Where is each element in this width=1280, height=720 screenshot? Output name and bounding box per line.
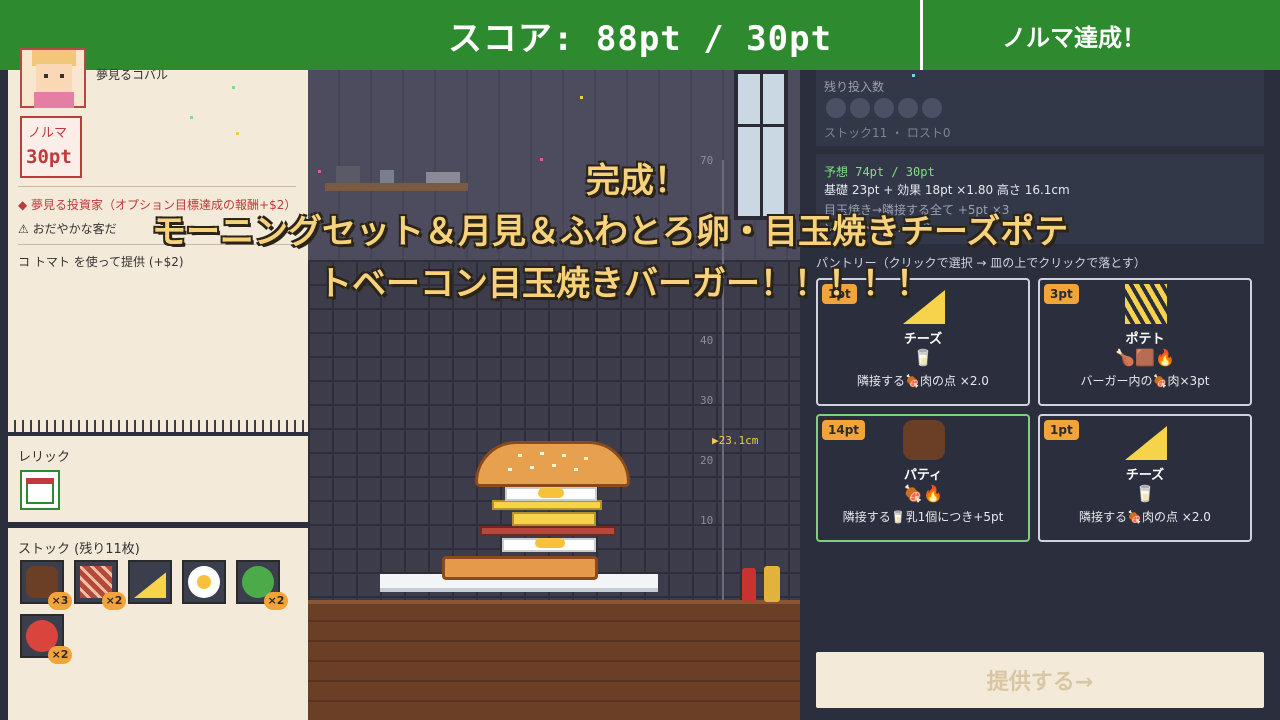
card-name: チーズ xyxy=(1125,468,1165,483)
customer-avatar xyxy=(20,48,86,108)
card-points: 14pt xyxy=(822,420,866,440)
cheese-icon xyxy=(1125,426,1167,460)
stock-count-badge: ×2 xyxy=(48,646,72,664)
burger-top-bun xyxy=(475,441,630,487)
card-effect: バーガー内の🍖肉×3pt xyxy=(1080,374,1210,388)
tile-wall xyxy=(308,260,800,605)
card-name: ポテト xyxy=(1125,332,1165,347)
stock-item-egg[interactable] xyxy=(182,560,226,604)
shelf-pot xyxy=(336,166,360,183)
remaining-drops-title: 残り投入数 xyxy=(824,80,885,94)
wall-shelf xyxy=(325,183,468,191)
card-name: パティ xyxy=(903,468,943,483)
quota-value: 30pt xyxy=(26,146,72,168)
prediction-title: 予想 74pt / 30pt xyxy=(824,165,935,179)
top-bar-divider xyxy=(920,0,923,70)
remaining-drop-dot xyxy=(922,98,942,118)
remaining-drop-dot xyxy=(874,98,894,118)
pantry-card-potato[interactable]: 3pt ポテト 🍗🟫🔥 バーガー内の🍖肉×3pt xyxy=(1038,278,1252,406)
confetti xyxy=(190,116,193,119)
stock-item-cheese[interactable] xyxy=(128,560,172,604)
confetti xyxy=(236,132,239,135)
remaining-drop-dot xyxy=(898,98,918,118)
remaining-drop-dot xyxy=(850,98,870,118)
customer-name: 夢見るコバル xyxy=(96,68,169,82)
ruler-tick: 70 xyxy=(700,154,714,167)
ruler-tick: 10 xyxy=(700,514,714,527)
stock-lost-line: ストック11 ・ ロスト0 xyxy=(824,126,951,140)
quota-label: ノルマ xyxy=(28,126,68,141)
card-tag-icons: 🍖🔥 xyxy=(903,484,943,503)
egg-yolk-top xyxy=(538,488,564,498)
card-name: チーズ xyxy=(903,332,943,347)
burger-bacon-layer xyxy=(480,526,616,536)
stock-count-badge: ×2 xyxy=(264,592,288,610)
fries-icon xyxy=(1125,284,1167,324)
stock-title: ストック (残り11枚) xyxy=(18,542,140,557)
confetti xyxy=(540,158,543,161)
kitchen-window xyxy=(734,70,788,220)
burger-name-line1: モーニングセット＆月見＆ふわとろ卵・目玉焼きチーズポテ xyxy=(152,212,1069,252)
confetti xyxy=(580,96,583,99)
burger-name-line2: トベーコン目玉焼きバーガー！！！！！ xyxy=(318,264,930,304)
pantry-card-patty[interactable]: 14pt パティ 🍖🔥 隣接する🥛乳1個につき+5pt xyxy=(816,414,1030,542)
stock-count-badge: ×2 xyxy=(102,592,126,610)
remaining-drop-dot xyxy=(826,98,846,118)
stock-item-lettuce[interactable]: ×2 xyxy=(236,560,288,610)
panel-scallop-edge xyxy=(8,420,308,432)
game-screen: スコア: 88pt / 30pt ノルマ達成！ 70 40 30 20 10 ▶… xyxy=(0,0,1280,720)
card-effect: 隣接する🥛乳1個につき+5pt xyxy=(842,510,1004,524)
stock-item-tomato[interactable]: ×2 xyxy=(20,614,72,664)
confetti xyxy=(232,86,235,89)
relic-title: レリック xyxy=(18,450,71,465)
card-tag-icons: 🍗🟫🔥 xyxy=(1115,348,1175,367)
stock-item-bacon[interactable]: ×2 xyxy=(74,560,126,610)
score-display: スコア: 88pt / 30pt xyxy=(447,18,833,59)
burger-potato-layer xyxy=(512,512,596,526)
quota-achieved-message: ノルマ達成！ xyxy=(1002,23,1146,52)
height-marker: ▶23.1cm xyxy=(712,434,759,447)
ruler-tick: 20 xyxy=(700,454,714,467)
ruler-tick: 40 xyxy=(700,334,714,347)
ruler-tick: 30 xyxy=(700,394,714,407)
mustard-bottle-icon xyxy=(764,566,780,602)
ketchup-bottle-icon xyxy=(742,568,756,602)
cheese-icon xyxy=(134,572,166,598)
card-points: 3pt xyxy=(1044,284,1079,304)
calendar-icon[interactable] xyxy=(20,470,60,510)
burger-bottom-bun xyxy=(442,556,598,580)
burger-cheese-layer xyxy=(492,500,602,510)
egg-yolk xyxy=(535,538,565,548)
stock-item-patty[interactable]: ×3 xyxy=(20,560,72,610)
card-effect: 隣接する🍖肉の点 ×2.0 xyxy=(857,374,989,388)
fried-egg-icon xyxy=(188,566,220,598)
card-effect: 隣接する🍖肉の点 ×2.0 xyxy=(1079,510,1211,524)
divider xyxy=(18,186,296,187)
prediction-breakdown: 基礎 23pt + 効果 18pt ×1.80 高さ 16.1cm xyxy=(824,183,1070,197)
serve-button[interactable]: 提供する→ xyxy=(816,652,1264,708)
pantry-card-cheese[interactable]: 1pt チーズ 🥛 隣接する🍖肉の点 ×2.0 xyxy=(1038,414,1252,542)
patty-icon xyxy=(903,420,945,460)
wooden-counter xyxy=(308,604,800,720)
card-points: 1pt xyxy=(1044,420,1079,440)
confetti xyxy=(318,170,321,173)
card-tag-icons: 🥛 xyxy=(913,348,933,367)
completion-title: 完成！ xyxy=(586,161,688,201)
stock-count-badge: ×3 xyxy=(48,592,72,610)
customer-mood-text: ⚠ おだやかな客だ xyxy=(18,222,117,236)
card-tag-icons: 🥛 xyxy=(1135,484,1155,503)
confetti xyxy=(912,74,915,77)
floor-strip xyxy=(240,705,308,720)
shelf-plates xyxy=(426,172,460,183)
shelf-jar xyxy=(380,170,394,183)
served-bonus-text: コ トマト を使って提供 (+$2) xyxy=(18,255,184,269)
